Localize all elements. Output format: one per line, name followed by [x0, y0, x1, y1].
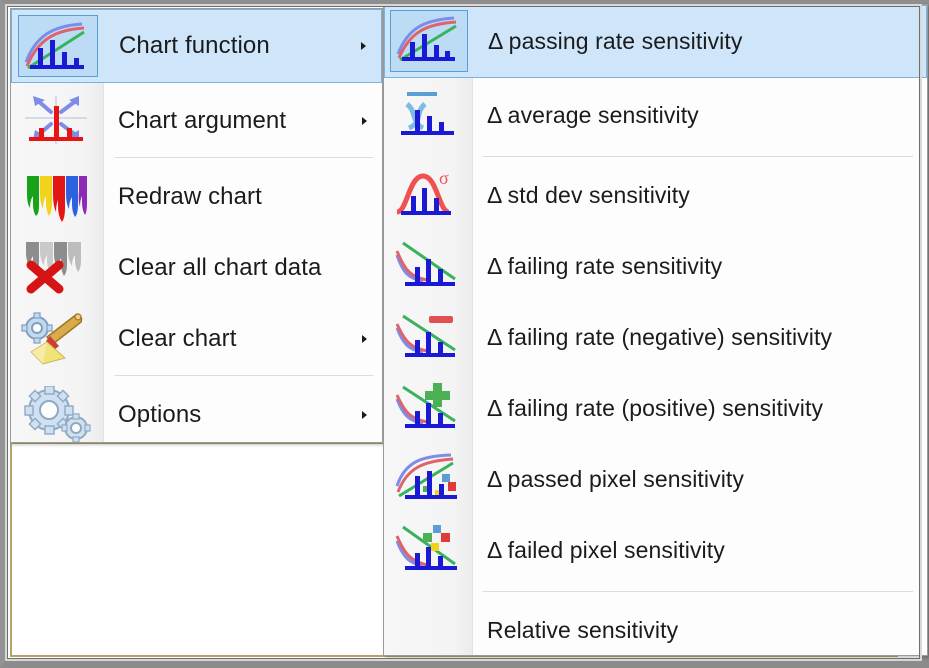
submenu-item-failed-pixel-sensitivity[interactable]: Δ failed pixel sensitivity — [384, 515, 927, 586]
chart-argument-icon — [15, 89, 99, 151]
submenu-item-passing-rate-sensitivity[interactable]: Δ passing rate sensitivity — [384, 5, 927, 78]
submenu-item-label: Δ failing rate sensitivity — [487, 253, 723, 279]
submenu-item-label: Δ failing rate (positive) sensitivity — [487, 395, 824, 421]
chevron-right-icon — [362, 116, 367, 125]
menu-item-label: Chart function — [119, 32, 270, 59]
failing-rate-sensitivity-icon — [387, 235, 469, 297]
menu-separator — [115, 157, 373, 158]
menu-item-chart-argument[interactable]: Chart argument — [11, 85, 382, 156]
chevron-right-icon — [362, 334, 367, 343]
menu-item-chart-function[interactable]: Chart function — [11, 9, 382, 83]
application-window: Chart function Chart argument Redraw cha… — [0, 0, 929, 668]
submenu-item-label: Δ failed pixel sensitivity — [487, 537, 725, 563]
failing-rate-negative-sensitivity-icon — [387, 306, 469, 368]
submenu-separator — [483, 591, 913, 592]
redraw-chart-icon — [15, 165, 99, 227]
submenu-item-label: Δ std dev sensitivity — [487, 182, 690, 208]
submenu-item-std-dev-sensitivity[interactable]: σ Δ std dev sensitivity — [384, 160, 927, 231]
submenu-item-label: Δ passing rate sensitivity — [488, 28, 743, 54]
submenu-item-failing-rate-negative-sensitivity[interactable]: Δ failing rate (negative) sensitivity — [384, 302, 927, 373]
chevron-right-icon — [362, 410, 367, 419]
menu-item-redraw-chart[interactable]: Redraw chart — [11, 161, 382, 232]
menu-item-label: Clear chart — [118, 324, 237, 352]
passed-pixel-sensitivity-icon — [387, 448, 469, 510]
clear-all-data-icon — [15, 236, 99, 298]
submenu-item-average-sensitivity[interactable]: Δ average sensitivity — [384, 80, 927, 151]
submenu-item-failing-rate-positive-sensitivity[interactable]: Δ failing rate (positive) sensitivity — [384, 373, 927, 444]
clear-chart-icon — [15, 307, 99, 369]
options-gears-icon — [15, 383, 99, 445]
submenu-separator — [483, 156, 913, 157]
menu-item-label: Redraw chart — [118, 182, 262, 210]
menu-item-options[interactable]: Options — [11, 379, 382, 450]
menu-item-clear-all-chart-data[interactable]: Clear all chart data — [11, 232, 382, 303]
menu-item-label: Options — [118, 400, 202, 428]
std-dev-sensitivity-icon: σ — [387, 164, 469, 226]
menu-separator — [115, 375, 373, 376]
submenu-item-label: Δ failing rate (negative) sensitivity — [487, 324, 833, 350]
failing-rate-positive-sensitivity-icon — [387, 377, 469, 439]
chart-function-submenu: Δ passing rate sensitivity Δ average sen… — [383, 4, 928, 656]
submenu-item-failing-rate-sensitivity[interactable]: Δ failing rate sensitivity — [384, 231, 927, 302]
menu-item-label: Clear all chart data — [118, 253, 322, 281]
average-sensitivity-icon — [387, 84, 469, 146]
chart-function-icon — [18, 15, 98, 77]
passing-rate-sensitivity-icon — [390, 10, 468, 72]
menu-item-clear-chart[interactable]: Clear chart — [11, 303, 382, 374]
chevron-right-icon — [361, 42, 366, 50]
submenu-item-label: Δ average sensitivity — [487, 102, 699, 128]
svg-text:σ: σ — [439, 168, 449, 188]
menu-item-label: Chart argument — [118, 106, 287, 134]
submenu-item-relative-sensitivity[interactable]: Relative sensitivity — [384, 595, 927, 666]
failed-pixel-sensitivity-icon — [387, 519, 469, 581]
submenu-item-label: Relative sensitivity — [487, 617, 679, 643]
submenu-item-label: Δ passed pixel sensitivity — [487, 466, 745, 492]
submenu-item-passed-pixel-sensitivity[interactable]: Δ passed pixel sensitivity — [384, 444, 927, 515]
chart-context-menu: Chart function Chart argument Redraw cha… — [10, 8, 383, 443]
